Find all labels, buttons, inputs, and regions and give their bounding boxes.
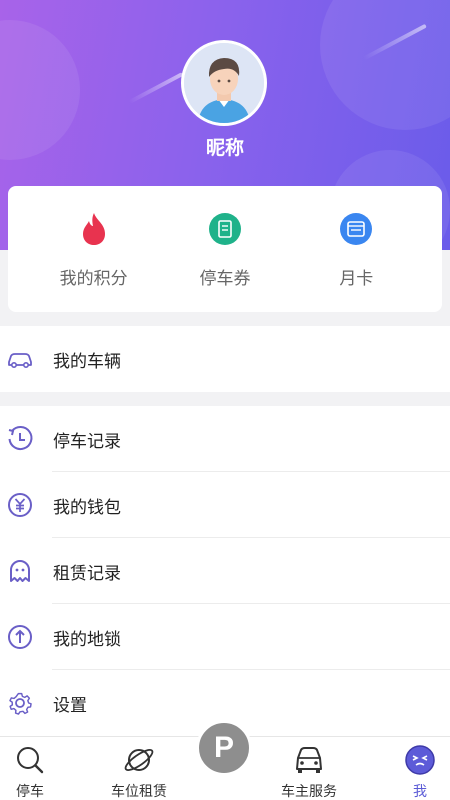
planet-icon <box>122 743 156 777</box>
avatar-person-icon <box>184 43 264 123</box>
coupon-label: 停车券 <box>199 269 251 289</box>
smiley-face-icon <box>403 743 437 777</box>
clock-icon <box>6 425 34 453</box>
tab-label-owner-service: 车主服务 <box>281 784 337 800</box>
parking-center-button[interactable]: P <box>196 720 252 776</box>
menu-label-settings: 设置 <box>53 695 87 716</box>
gear-icon <box>6 689 34 717</box>
coupon-icon <box>208 212 242 246</box>
monthly-card-label: 月卡 <box>339 269 374 289</box>
points-entry[interactable]: 我的积分 <box>39 186 149 289</box>
avatar[interactable] <box>181 40 267 126</box>
nickname[interactable]: 昵称 <box>0 133 450 160</box>
menu-section: 停车记录 我的钱包 租赁记录 我的地锁 设置 <box>0 406 450 736</box>
yuan-icon <box>6 491 34 519</box>
tab-me[interactable]: 我 <box>380 737 450 800</box>
menu-item-vehicles[interactable]: 我的车辆 <box>0 326 450 392</box>
menu-label-wallet: 我的钱包 <box>53 497 121 518</box>
menu-label-vehicles: 我的车辆 <box>53 351 121 372</box>
stats-card: 我的积分 停车券 月卡 <box>8 186 442 312</box>
monthly-card-entry[interactable]: 月卡 <box>301 186 411 289</box>
ghost-icon <box>6 557 34 585</box>
tab-owner-service[interactable]: 车主服务 <box>269 737 349 800</box>
points-label: 我的积分 <box>59 269 128 289</box>
menu-label-parking-records: 停车记录 <box>53 431 121 452</box>
menu-label-rental-records: 租赁记录 <box>53 563 121 584</box>
car-icon <box>6 345 34 373</box>
menu-item-rental-records[interactable]: 租赁记录 <box>0 538 450 604</box>
tab-label-me: 我 <box>413 784 427 800</box>
card-icon <box>339 212 373 246</box>
car-front-icon <box>292 743 326 777</box>
vehicles-section: 我的车辆 <box>0 326 450 392</box>
decorative-bubble <box>320 0 450 130</box>
tab-parking[interactable]: 停车 <box>0 737 70 800</box>
menu-item-wallet[interactable]: 我的钱包 <box>0 472 450 538</box>
tab-space-rental[interactable]: 车位租赁 <box>99 737 179 800</box>
tab-label-parking: 停车 <box>16 784 44 800</box>
menu-item-parking-records[interactable]: 停车记录 <box>0 406 450 472</box>
tab-label-space-rental: 车位租赁 <box>111 784 167 800</box>
arrow-up-circle-icon <box>6 623 34 651</box>
menu-item-ground-lock[interactable]: 我的地锁 <box>0 604 450 670</box>
decorative-streak <box>128 72 184 104</box>
flame-icon <box>77 212 111 246</box>
search-icon <box>13 743 47 777</box>
menu-label-ground-lock: 我的地锁 <box>53 629 121 650</box>
coupon-entry[interactable]: 停车券 <box>170 186 280 289</box>
